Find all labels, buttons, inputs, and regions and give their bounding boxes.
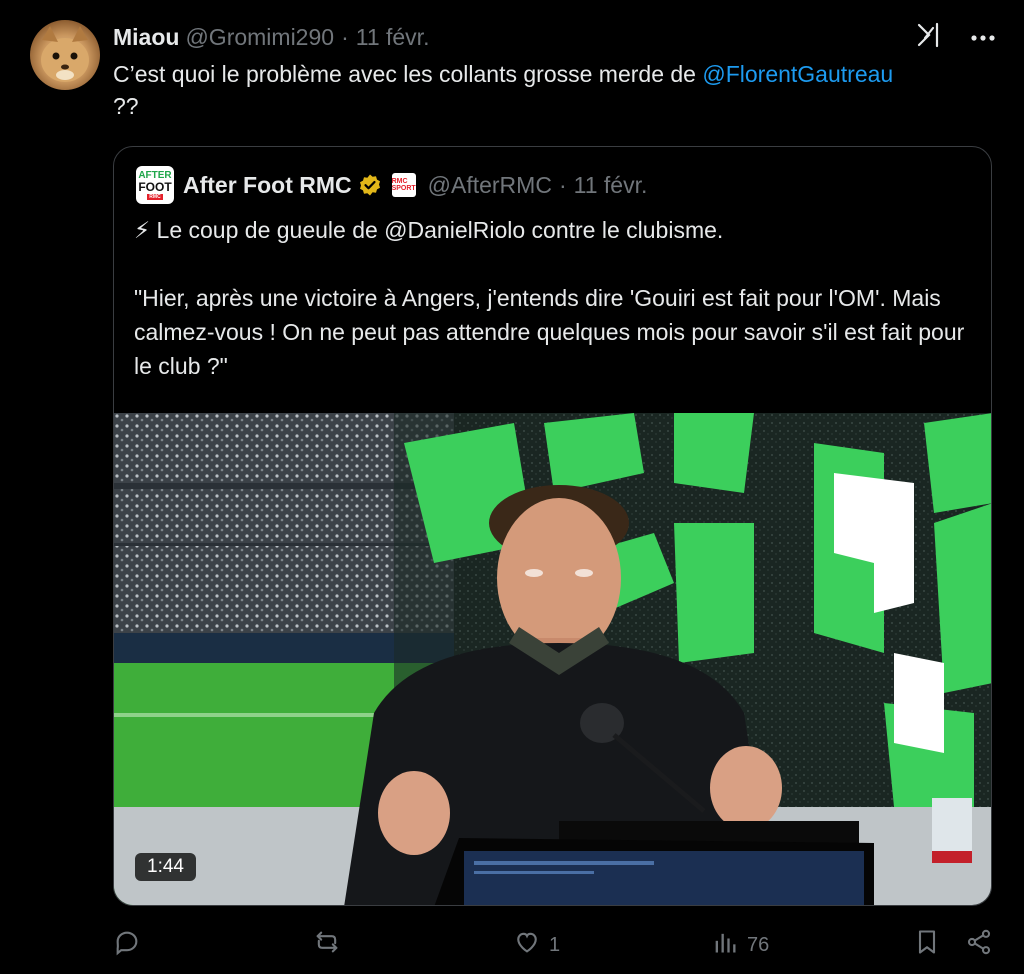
bookmark-icon [913, 928, 941, 962]
quoted-tweet-text: ⚡ Le coup de gueule de @DanielRiolo cont… [134, 213, 974, 383]
separator-dot: · [341, 23, 349, 50]
video-duration: 1:44 [135, 853, 196, 881]
repost-button[interactable] [313, 928, 341, 962]
avatar-logo-line: AFTER [138, 169, 172, 181]
video-thumbnail [114, 413, 991, 905]
views-button[interactable]: 76 [711, 928, 769, 962]
tweet-header: Miaou @Gromimi290 · 11 févr. [113, 22, 429, 52]
like-count: 1 [549, 933, 561, 956]
repost-icon [313, 928, 341, 962]
quoted-tweet-header: AFTER FOOT RMC After Foot RMC RMC SPORT … [136, 166, 648, 204]
share-icon [965, 928, 993, 962]
author-handle[interactable]: @Gromimi290 [185, 24, 334, 51]
tweet-date[interactable]: 11 févr. [356, 24, 430, 51]
avatar-logo-line: RMC [147, 193, 163, 200]
views-chart-icon [711, 928, 739, 962]
quoted-tweet-date[interactable]: 11 févr. [574, 172, 648, 199]
avatar-logo-line: FOOT [138, 179, 172, 194]
author-avatar[interactable] [30, 20, 100, 90]
quoted-author-handle[interactable]: @AfterRMC [428, 172, 552, 199]
quoted-tweet[interactable]: AFTER FOOT RMC After Foot RMC RMC SPORT … [113, 146, 992, 906]
verified-badge-icon[interactable] [358, 173, 382, 197]
like-button[interactable]: 1 [513, 928, 560, 962]
reply-button[interactable] [113, 928, 141, 962]
tweet-action-bar: 1 76 [113, 928, 993, 962]
tweet-text: C’est quoi le problème avec les collants… [113, 58, 1003, 122]
tweet-text-body: C’est quoi le problème avec les collants… [113, 61, 703, 87]
grok-icon[interactable] [916, 22, 942, 53]
author-name[interactable]: Miaou [113, 24, 179, 51]
quoted-tweet-quote: "Hier, après une victoire à Angers, j'en… [134, 285, 965, 379]
view-count: 76 [747, 933, 770, 956]
tweet-top-actions [916, 22, 996, 53]
share-button[interactable] [965, 928, 993, 962]
bookmark-button[interactable] [913, 928, 941, 962]
quoted-author-name[interactable]: After Foot RMC [183, 172, 352, 199]
affiliate-badge[interactable]: RMC SPORT [392, 173, 416, 197]
quoted-author-avatar[interactable]: AFTER FOOT RMC [136, 166, 174, 204]
reply-icon [113, 928, 141, 962]
more-options-icon[interactable] [970, 29, 996, 47]
heart-icon [513, 928, 541, 962]
tweet-text-tail: ?? [113, 93, 139, 119]
mention-link[interactable]: @FlorentGautreau [702, 61, 893, 87]
quoted-tweet-line: ⚡ Le coup de gueule de @DanielRiolo cont… [134, 217, 724, 243]
separator-dot: · [558, 171, 567, 198]
video-player[interactable]: 1:44 [114, 413, 991, 905]
